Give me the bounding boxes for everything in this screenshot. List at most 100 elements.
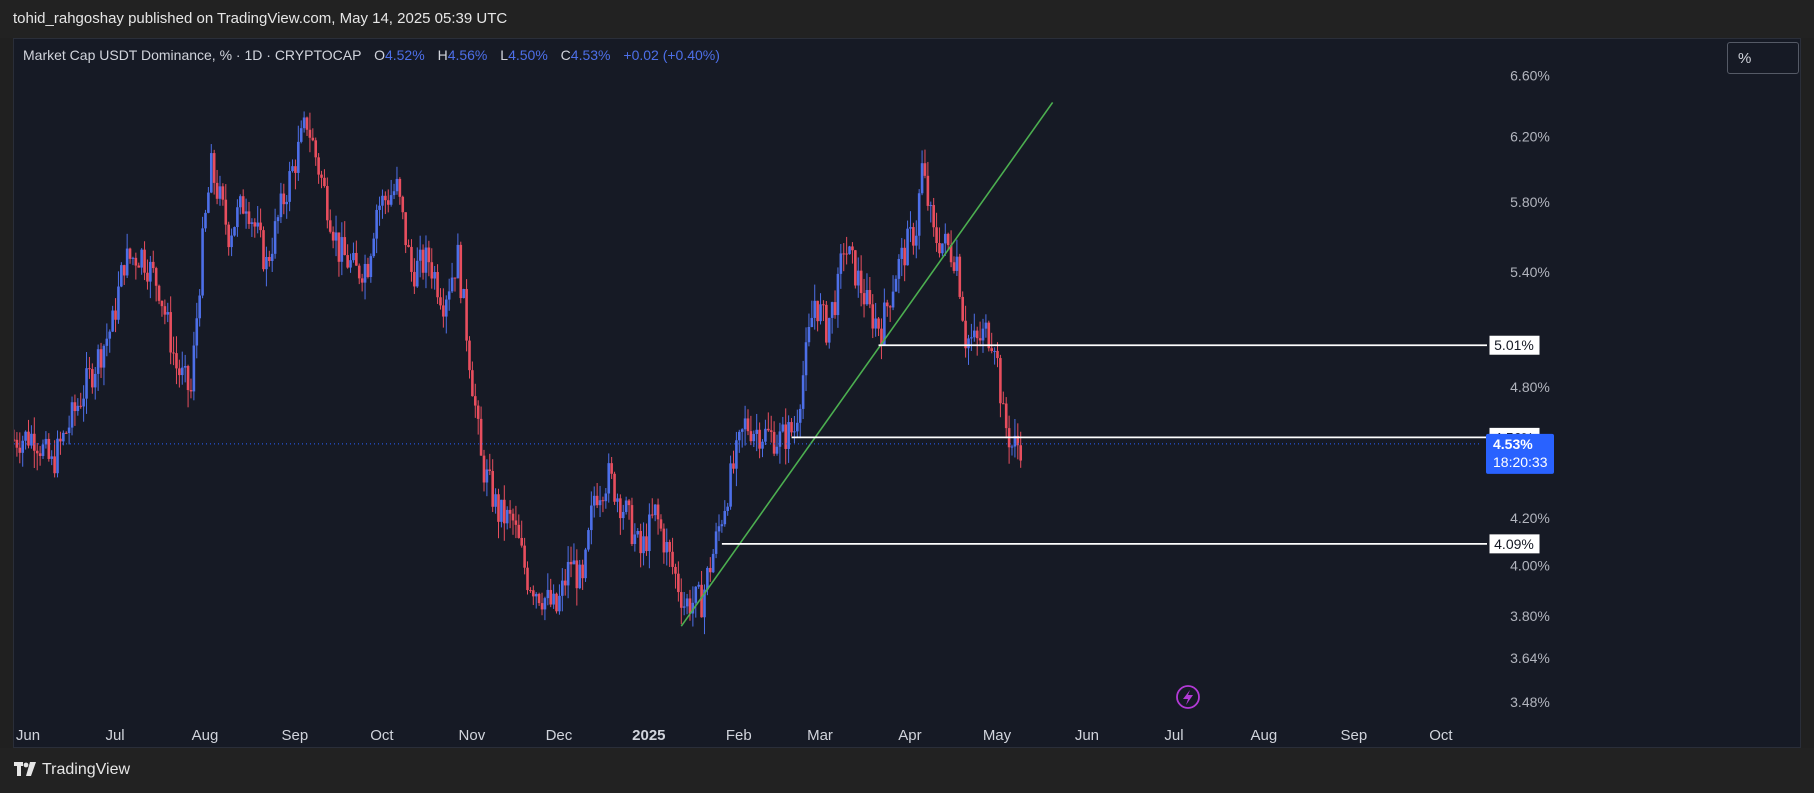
- candle-body: [941, 243, 944, 254]
- chart-legend: Market Cap USDT Dominance, % · 1D · CRYP…: [23, 47, 720, 63]
- low-value: 4.50%: [508, 47, 548, 63]
- candle-body: [172, 352, 175, 354]
- candle-body: [529, 590, 532, 592]
- candle-body: [520, 537, 524, 546]
- candle-body: [102, 345, 106, 368]
- candle-body: [740, 429, 744, 432]
- candle-body: [836, 273, 840, 316]
- candle-body: [224, 199, 228, 225]
- x-tick-label: Jul: [1164, 727, 1183, 744]
- candle-body: [334, 232, 338, 241]
- candle-body: [401, 196, 405, 213]
- x-tick-label: Dec: [546, 727, 573, 744]
- candle-body: [259, 222, 262, 231]
- candle-body: [558, 595, 561, 612]
- candle-body: [569, 561, 573, 565]
- candle-body: [273, 221, 277, 254]
- candle-body: [784, 424, 788, 449]
- candle-body: [833, 302, 837, 316]
- candle-body: [384, 195, 387, 201]
- candle-body: [154, 268, 158, 286]
- chart-panel[interactable]: 6.60%6.20%5.80%5.40%4.80%4.48%4.20%4.00%…: [13, 38, 1801, 748]
- candle-body: [389, 195, 393, 205]
- candle-body: [108, 331, 112, 339]
- candle-body: [270, 253, 274, 261]
- candle-body: [755, 429, 759, 434]
- candles-group: [14, 111, 1023, 635]
- percent-scale-button[interactable]: %: [1727, 42, 1799, 74]
- candle-body: [151, 261, 155, 269]
- candle-body: [33, 433, 36, 451]
- candle-body: [276, 217, 280, 222]
- candle-body: [610, 463, 613, 474]
- candle-body: [842, 253, 846, 255]
- x-tick-label: Sep: [1340, 727, 1367, 744]
- candle-body: [685, 598, 689, 607]
- candle-body: [444, 299, 448, 317]
- publish-header: tohid_rahgoshay published on TradingView…: [0, 0, 1814, 38]
- tradingview-brand[interactable]: TradingView: [42, 761, 130, 779]
- candle-body: [897, 258, 901, 279]
- candle-body: [462, 289, 465, 299]
- candle-body: [581, 564, 584, 579]
- chart-canvas[interactable]: 6.60%6.20%5.80%5.40%4.80%4.48%4.20%4.00%…: [14, 39, 1801, 748]
- candle-body: [421, 249, 425, 273]
- candle-body: [926, 175, 930, 206]
- x-tick-label: Jun: [16, 727, 40, 744]
- candle-body: [604, 493, 608, 502]
- candle-body: [24, 431, 27, 441]
- x-tick-label: Aug: [192, 727, 219, 744]
- candle-body: [378, 205, 381, 210]
- candle-body: [552, 593, 555, 605]
- bar-countdown-label: 18:20:33: [1493, 454, 1548, 470]
- candle-body: [311, 137, 315, 141]
- candle-body: [700, 584, 703, 618]
- x-tick-label: Feb: [726, 727, 752, 744]
- candle-body: [578, 564, 582, 589]
- open-label: O: [374, 47, 385, 63]
- y-tick-label: 3.80%: [1510, 608, 1550, 624]
- candle-body: [793, 431, 796, 433]
- candle-body: [238, 196, 242, 208]
- candle-body: [189, 390, 193, 392]
- high-value: 4.56%: [447, 47, 488, 63]
- candle-body: [308, 129, 312, 138]
- candle-body: [935, 227, 938, 244]
- candle-body: [772, 431, 776, 454]
- candle-body: [865, 290, 869, 305]
- candle-body: [854, 250, 857, 286]
- candle-body: [427, 247, 431, 263]
- symbol-title[interactable]: Market Cap USDT Dominance, % · 1D · CRYP…: [23, 47, 361, 63]
- candle-body: [906, 228, 909, 266]
- candle-body: [810, 317, 814, 327]
- candle-body: [35, 450, 39, 454]
- candle-body: [140, 249, 143, 268]
- candle-body: [972, 330, 976, 338]
- candle-body: [128, 248, 132, 259]
- tradingview-logo-icon[interactable]: [14, 762, 36, 776]
- candle-body: [816, 300, 819, 322]
- publish-info: tohid_rahgoshay published on TradingView…: [13, 10, 508, 27]
- candle-body: [601, 500, 605, 502]
- candle-body: [201, 228, 204, 296]
- candle-body: [746, 418, 750, 432]
- candle-body: [105, 338, 109, 346]
- candle-body: [871, 304, 875, 329]
- candle-body: [491, 470, 494, 507]
- candle-body: [186, 366, 190, 391]
- candle-body: [790, 422, 793, 433]
- candle-body: [961, 296, 964, 321]
- candle-body: [62, 432, 65, 442]
- y-tick-label: 3.64%: [1510, 650, 1550, 666]
- candle-body: [708, 567, 712, 573]
- candle-body: [291, 166, 294, 172]
- x-tick-label: Jul: [105, 727, 124, 744]
- candle-body: [575, 560, 579, 589]
- candle-body: [723, 510, 727, 525]
- candle-body: [476, 405, 480, 419]
- candle-body: [642, 536, 645, 554]
- x-tick-label: Oct: [1429, 727, 1453, 744]
- candle-body: [67, 427, 71, 434]
- candle-body: [96, 349, 100, 374]
- candle-body: [279, 193, 283, 218]
